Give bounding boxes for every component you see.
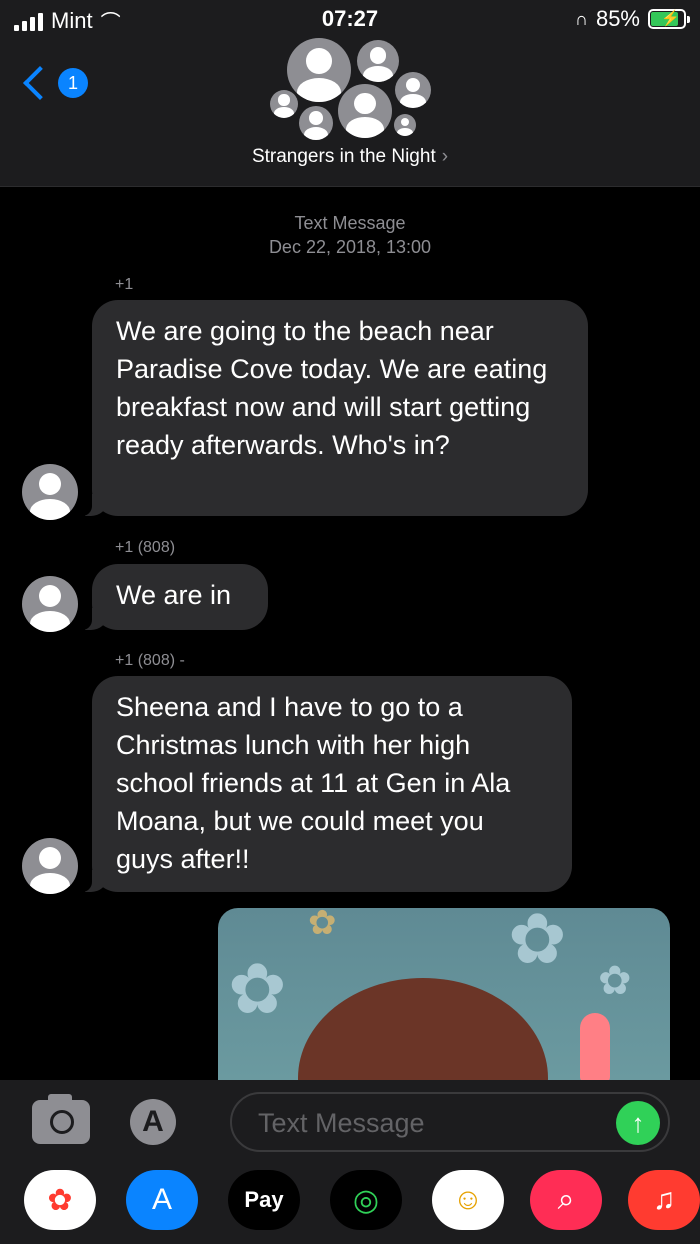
charging-bolt-icon: ⚡	[661, 10, 680, 27]
memoji-app-icon[interactable]: ☺	[432, 1170, 504, 1230]
message-text: We are in	[116, 580, 232, 610]
app-store-app-icon[interactable]: A	[126, 1170, 198, 1230]
camera-icon[interactable]	[32, 1094, 90, 1144]
sender-avatar[interactable]	[22, 576, 78, 632]
sender-label: +1 (808)	[115, 539, 176, 556]
app-store-icon[interactable]: A	[130, 1099, 176, 1145]
send-button[interactable]: ↑	[616, 1101, 660, 1145]
battery-percentage: 85%	[595, 6, 640, 31]
sender-label: +1	[115, 276, 134, 293]
avatar	[299, 106, 333, 140]
conversation-header: 1 Strangers in the Night ›	[0, 38, 700, 187]
apple-pay-app-icon[interactable]: Pay	[228, 1170, 300, 1230]
sender-avatar[interactable]	[22, 464, 78, 520]
chevron-right-icon: ›	[441, 146, 449, 167]
status-bar: Mint ⌒ 07:27 ∩ 85% ⚡	[0, 0, 700, 38]
message-bubble[interactable]: We are in	[78, 564, 268, 630]
avatar	[357, 40, 399, 82]
avatar	[270, 90, 298, 118]
gif-attachment[interactable]: ✿ ✿ ✿ ✿	[218, 908, 670, 1080]
flower-decoration: ✿	[598, 959, 632, 1003]
status-right: ∩ 85% ⚡	[575, 6, 690, 32]
avatar	[395, 72, 431, 108]
group-name: Strangers in the Night	[251, 146, 436, 167]
flower-decoration: ✿	[508, 908, 567, 978]
composer-toolbar: A ↑	[0, 1080, 700, 1160]
flower-decoration: ✿	[228, 950, 287, 1028]
avatar	[287, 38, 351, 102]
avatar	[338, 84, 392, 138]
flower-decoration: ✿	[308, 908, 337, 942]
back-chevron-icon	[23, 66, 57, 100]
group-name-button[interactable]: Strangers in the Night ›	[0, 146, 700, 168]
thread-timestamp: Dec 22, 2018, 13:00	[268, 237, 432, 257]
back-button[interactable]: 1	[23, 66, 88, 100]
activity-app-icon[interactable]: ◎	[330, 1170, 402, 1230]
music-app-icon[interactable]: ♫	[628, 1170, 700, 1230]
image-search-app-icon[interactable]: ⌕	[530, 1170, 602, 1230]
battery-icon: ⚡	[648, 9, 690, 29]
rock-house-illustration	[298, 978, 548, 1080]
message-bubble[interactable]: We are going to the beach near Paradise …	[78, 300, 588, 516]
character-illustration	[580, 1013, 610, 1080]
message-input-container: ↑	[230, 1092, 670, 1152]
message-bubble[interactable]: Sheena and I have to go to a Christmas l…	[78, 676, 572, 892]
photos-app-icon[interactable]: ✿	[24, 1170, 96, 1230]
app-drawer: ✿ A Pay ◎ ☺ ⌕ ♫	[0, 1160, 700, 1244]
sender-label: +1 (808) -	[115, 652, 185, 669]
headphones-icon: ∩	[575, 8, 588, 29]
message-text: Sheena and I have to go to a Christmas l…	[116, 692, 511, 874]
message-text: We are going to the beach near Paradise …	[116, 316, 548, 460]
unread-badge: 1	[58, 68, 88, 98]
sender-avatar[interactable]	[22, 838, 78, 894]
message-input[interactable]	[256, 1102, 620, 1144]
service-label: Text Message	[294, 213, 406, 233]
avatar	[394, 114, 416, 136]
